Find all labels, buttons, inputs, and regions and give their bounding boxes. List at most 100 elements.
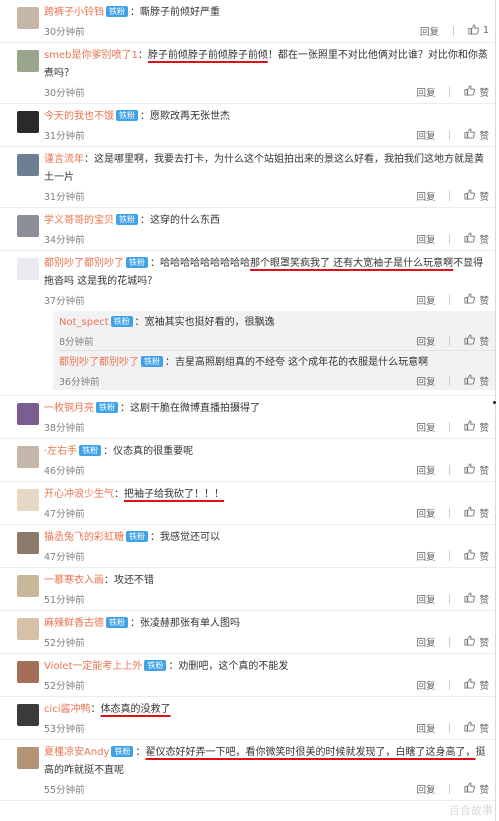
timestamp: 34分钟前	[44, 234, 85, 246]
like-label: 赞	[479, 191, 489, 203]
timestamp: 47分钟前	[44, 508, 85, 520]
like-button[interactable]: 赞	[464, 231, 489, 246]
avatar[interactable]	[17, 747, 39, 769]
reply-label: 回复	[416, 680, 436, 692]
reply-label: 回复	[416, 295, 436, 307]
reply-button[interactable]: 回复	[420, 24, 439, 38]
like-button[interactable]: 赞	[464, 548, 489, 563]
fan-badge: 铁粉	[126, 531, 148, 542]
avatar[interactable]	[17, 446, 39, 468]
username-link[interactable]: cici酱冲鸭	[44, 704, 91, 715]
comment-text: ：仪态真的很重要呢	[103, 446, 194, 457]
username-link[interactable]: 谨言流年	[44, 154, 84, 165]
username-link[interactable]: Violet一定能考上上外	[44, 661, 142, 672]
like-button[interactable]: 赞	[464, 333, 489, 348]
avatar[interactable]	[17, 50, 39, 72]
like-button[interactable]: 1	[468, 23, 489, 38]
username-link[interactable]: 一慕寒衣入画	[44, 575, 104, 586]
avatar[interactable]	[17, 258, 39, 280]
divider	[449, 507, 451, 518]
comment-text: ：这剧干脆在微博直播拍摄得了	[120, 403, 260, 414]
comment-item: cici酱冲鸭：体态真的没救了 53分钟前 回复 赞	[0, 697, 495, 740]
like-button[interactable]: 赞	[464, 188, 489, 203]
reply-button[interactable]: 回复	[416, 232, 435, 246]
like-button[interactable]: 赞	[464, 505, 489, 520]
username-link[interactable]: 学义哥哥的宝贝	[44, 215, 114, 226]
reply-button[interactable]: 回复	[416, 549, 435, 563]
comment-body: 今天的我也不饿 铁粉 ：愿欺改再无张世杰	[44, 108, 489, 126]
reply-button[interactable]: 回复	[416, 334, 435, 348]
reply-button[interactable]: 回复	[416, 782, 435, 796]
like-button[interactable]: 赞	[464, 292, 489, 307]
reply-button[interactable]: 回复	[416, 420, 435, 434]
watermark: 百合故事	[449, 804, 493, 817]
thumbs-up-icon	[464, 333, 479, 348]
reply-button[interactable]: 回复	[416, 189, 435, 203]
username-link[interactable]: 夏槿凉安Andy	[44, 747, 109, 758]
username-link[interactable]: 一枚铜月亮	[44, 403, 94, 414]
like-button[interactable]: 赞	[464, 127, 489, 142]
comment-text: ：这是哪里啊，我要去打卡，为什么这个站姐拍出来的景这么好看，我拍我们这地方就是黄…	[44, 154, 484, 183]
avatar[interactable]	[17, 661, 39, 683]
avatar[interactable]	[17, 489, 39, 511]
avatar[interactable]	[17, 704, 39, 726]
avatar[interactable]	[17, 403, 39, 425]
reply-label: 回复	[416, 465, 436, 477]
comment-body: 猫丞兔飞的彩虹糖 铁粉 ：我感觉还可以	[44, 529, 489, 547]
avatar[interactable]	[17, 7, 39, 29]
reply-button[interactable]: 回复	[416, 85, 435, 99]
username-link[interactable]: 猫丞兔飞的彩虹糖	[44, 532, 124, 543]
fan-badge: 铁粉	[110, 316, 133, 327]
like-button[interactable]: 赞	[464, 634, 489, 649]
username-link[interactable]: Not_spect	[59, 317, 109, 328]
comment-body: smeb是你爹别喷了1：脖子前倾脖子前倾脖子前倾！都在一张照里不对比他俩对比谁？…	[44, 47, 489, 83]
username-link[interactable]: 麻辣鲜香古德	[44, 618, 104, 629]
like-button[interactable]: 赞	[464, 720, 489, 735]
comment-body: ·左右手 铁粉 ：仪态真的很重要呢	[44, 443, 489, 461]
reply-button[interactable]: 回复	[416, 463, 435, 477]
reply-button[interactable]: 回复	[416, 293, 435, 307]
like-button[interactable]: 赞	[464, 781, 489, 796]
comment-body: 学义哥哥的宝贝 铁粉 ：这穿的什么东西	[44, 212, 489, 230]
reply-label: 回复	[416, 422, 436, 434]
comment-item: 猫丞兔飞的彩虹糖 铁粉 ：我感觉还可以 47分钟前 回复 赞	[0, 525, 495, 568]
avatar[interactable]	[17, 215, 39, 237]
like-button[interactable]: 赞	[464, 84, 489, 99]
username-link[interactable]: 今天的我也不饿	[44, 111, 114, 122]
avatar[interactable]	[17, 532, 39, 554]
comment-meta: 46分钟前 回复 赞	[44, 461, 489, 478]
like-button[interactable]: 赞	[464, 373, 489, 388]
reply-item: 都别吵了都别吵了 铁粉 ：吉星高照剧组真的不经夸 这个成年花的衣服是什么玩意啊 36分…	[59, 351, 495, 390]
reply-button[interactable]: 回复	[416, 506, 435, 520]
username-link[interactable]: 跨裤子小铃铛	[44, 7, 104, 18]
like-button[interactable]: 赞	[464, 677, 489, 692]
reply-item: Not_spect 铁粉 ：宽袖其实也挺好看的，很飘逸 8分钟前 回复 赞	[59, 311, 495, 351]
reply-button[interactable]: 回复	[416, 635, 435, 649]
avatar[interactable]	[17, 154, 39, 176]
username-link[interactable]: smeb是你爹别喷了1	[44, 50, 138, 61]
reply-button[interactable]: 回复	[416, 678, 435, 692]
username-link[interactable]: 都别吵了都别吵了	[59, 357, 139, 368]
avatar[interactable]	[17, 111, 39, 133]
reply-button[interactable]: 回复	[416, 592, 435, 606]
timestamp: 55分钟前	[44, 784, 85, 796]
divider	[449, 375, 451, 386]
thumbs-up-icon	[464, 373, 479, 388]
divider	[449, 294, 451, 305]
like-button[interactable]: 赞	[464, 462, 489, 477]
comment-item: 今天的我也不饿 铁粉 ：愿欺改再无张世杰 31分钟前 回复 赞	[0, 104, 495, 147]
reply-button[interactable]: 回复	[416, 721, 435, 735]
reply-button[interactable]: 回复	[416, 128, 435, 142]
avatar[interactable]	[17, 575, 39, 597]
like-button[interactable]: 赞	[464, 591, 489, 606]
timestamp: 53分钟前	[44, 723, 85, 735]
like-button[interactable]: 赞	[464, 419, 489, 434]
timestamp: 38分钟前	[44, 422, 85, 434]
comment-text: ：	[137, 50, 148, 61]
fan-badge: 铁粉	[141, 356, 163, 367]
username-link[interactable]: 都别吵了都别吵了	[44, 258, 124, 269]
avatar[interactable]	[17, 618, 39, 640]
reply-button[interactable]: 回复	[416, 374, 435, 388]
username-link[interactable]: ·左右手	[44, 446, 77, 457]
username-link[interactable]: 开心冲浪少生气	[44, 489, 114, 500]
